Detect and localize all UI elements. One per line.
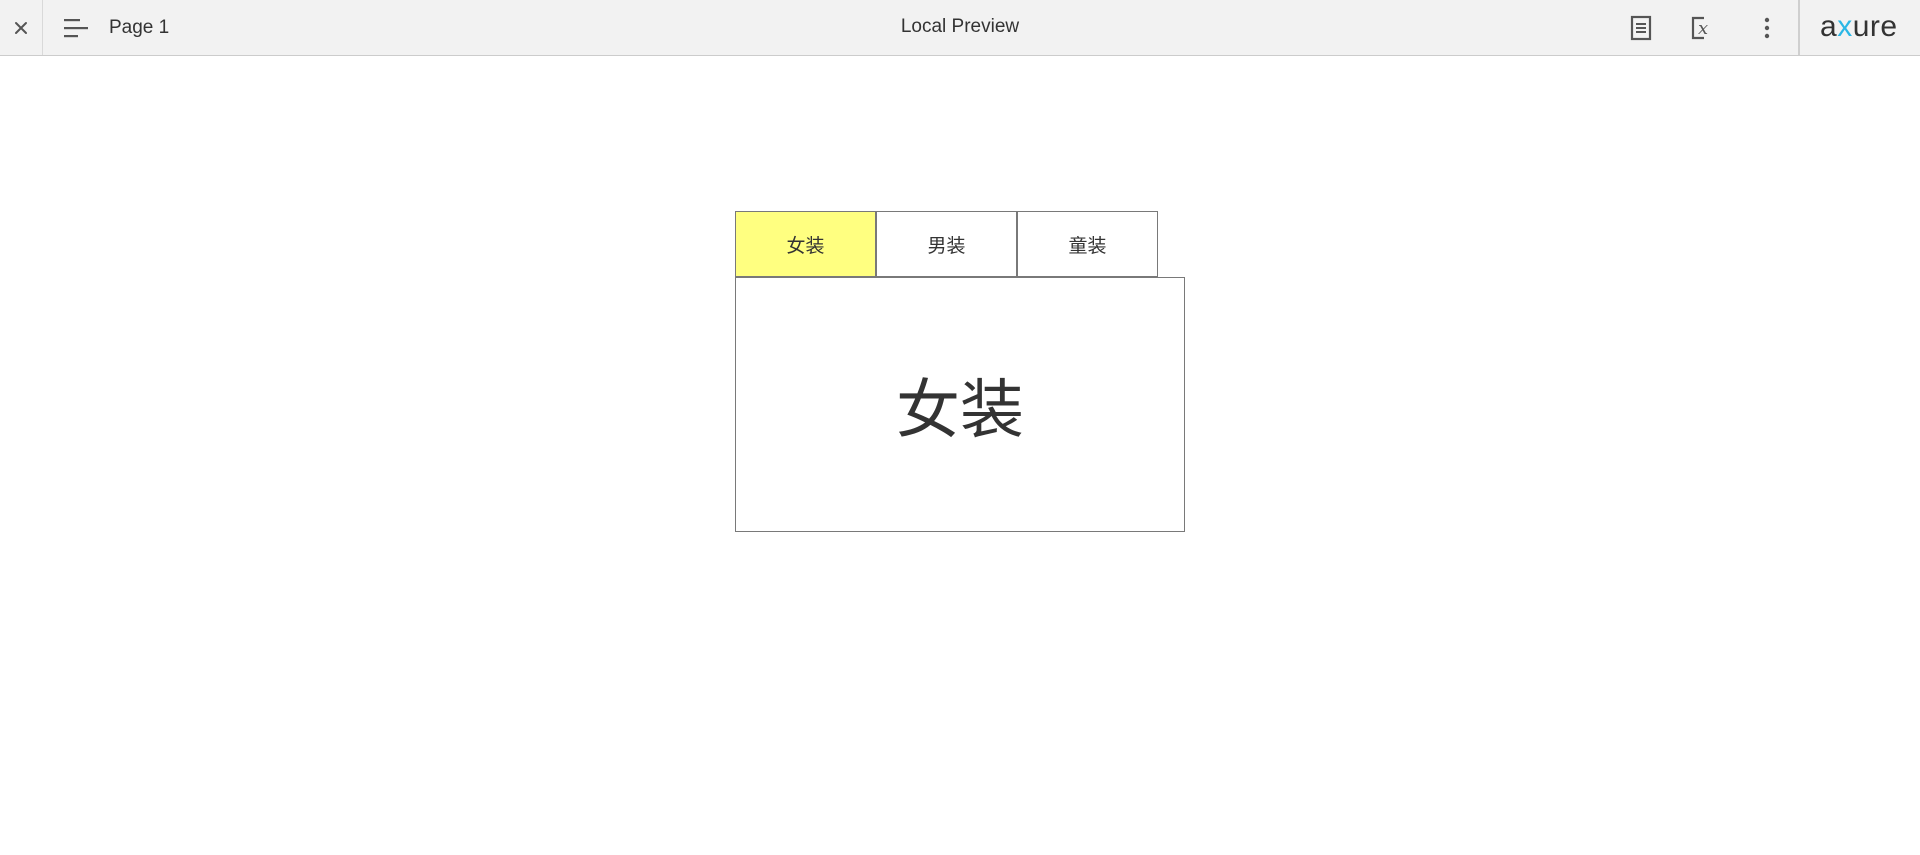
- svg-text:x: x: [1698, 18, 1708, 39]
- close-icon: [15, 21, 27, 34]
- axure-logo[interactable]: axure: [1820, 0, 1898, 55]
- panel-content-text: 女装: [896, 373, 1024, 448]
- tab-kids[interactable]: 童装: [1017, 211, 1158, 277]
- notes-icon: [1630, 15, 1652, 41]
- sitemap-menu-button[interactable]: [62, 16, 90, 40]
- logo-text-end: ure: [1852, 10, 1898, 43]
- logo-text-start: a: [1820, 10, 1838, 43]
- notes-button[interactable]: [1623, 10, 1659, 46]
- tab-women[interactable]: 女装: [735, 211, 876, 277]
- tab-men[interactable]: 男装: [876, 211, 1017, 277]
- preview-toolbar: Page 1 Local Preview x axure: [0, 0, 1920, 56]
- menu-icon: [64, 19, 88, 38]
- variables-button[interactable]: x: [1685, 10, 1721, 46]
- toolbar-divider: [1798, 0, 1800, 55]
- logo-text-accent: x: [1837, 10, 1853, 43]
- close-button[interactable]: [0, 0, 43, 55]
- variables-icon: x: [1691, 16, 1708, 40]
- more-vertical-icon: [1764, 17, 1770, 39]
- current-page-name[interactable]: Page 1: [109, 0, 169, 55]
- tab-content-panel: 女装: [735, 277, 1185, 532]
- more-options-button[interactable]: [1749, 10, 1785, 46]
- preview-title: Local Preview: [900, 16, 1020, 37]
